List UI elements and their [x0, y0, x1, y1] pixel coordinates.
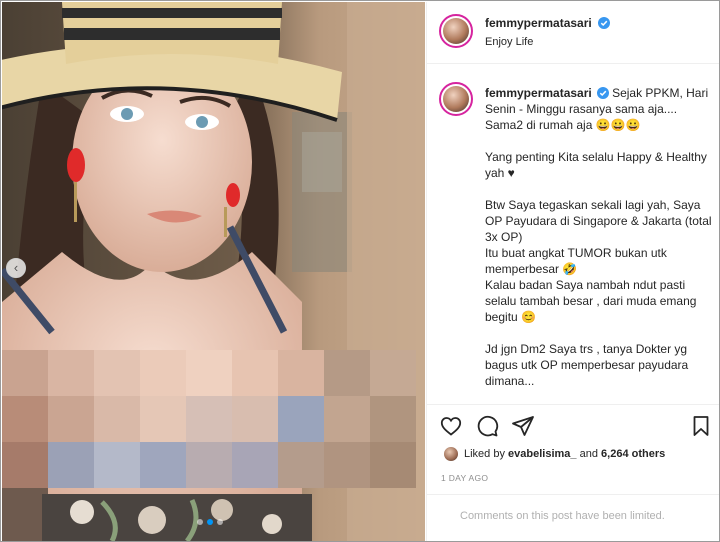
verified-badge-icon — [598, 17, 611, 29]
likes-summary: Liked by evabelisima_ and 6,264 others — [427, 442, 719, 464]
likes-others-link[interactable]: 6,264 others — [601, 448, 665, 460]
caption-line — [485, 181, 715, 197]
carousel-prev-button[interactable]: ‹ — [6, 258, 26, 278]
comments-limited-notice: Comments on this post have been limited. — [427, 494, 719, 541]
post-location[interactable]: Enjoy Life — [485, 36, 533, 48]
bookmark-outline-icon[interactable] — [689, 414, 713, 438]
post-photo[interactable]: ‹ — [2, 2, 425, 541]
chevron-left-icon: ‹ — [13, 260, 19, 275]
caption-line: Itu buat angkat TUMOR bukan utk memperbe… — [485, 246, 667, 276]
post-window: ‹ femmypermatasari Enjoy Life femmyperma… — [0, 0, 720, 542]
photo-image — [2, 2, 425, 541]
carousel-dots — [197, 519, 223, 525]
author-avatar[interactable] — [439, 14, 473, 48]
post-caption: femmypermatasari Sejak PPKM, Hari Senin … — [485, 85, 715, 389]
paper-plane-icon[interactable] — [511, 414, 535, 438]
caption-line — [485, 133, 715, 149]
likes-connector: and — [579, 448, 598, 460]
liker-avatar[interactable] — [443, 446, 459, 462]
caption-line: Btw Saya tegaskan sekali lagi yah, Saya … — [485, 198, 712, 244]
likes-prefix: Liked by — [464, 448, 505, 460]
carousel-dot — [217, 519, 223, 525]
comments-area: femmypermatasari Sejak PPKM, Hari Senin … — [427, 64, 719, 404]
caption-avatar[interactable] — [439, 82, 473, 116]
post-header: femmypermatasari Enjoy Life — [427, 2, 719, 64]
author-line: femmypermatasari — [485, 16, 611, 30]
post-side-panel: femmypermatasari Enjoy Life femmypermata… — [426, 2, 719, 541]
post-actions — [427, 404, 719, 446]
post-timestamp[interactable]: 1 DAY AGO — [441, 473, 488, 483]
comment-bubble-icon[interactable] — [475, 414, 499, 438]
caption-line — [485, 325, 715, 341]
verified-badge-icon — [596, 87, 609, 99]
caption-line: Sama2 di rumah aja 😀😀😀 — [485, 118, 641, 132]
caption-line: Yang penting Kita selalu Happy & Healthy… — [485, 150, 707, 180]
caption-line: Jd jgn Dm2 Saya trs , tanya Dokter yg ba… — [485, 342, 689, 388]
caption-line: Kalau badan Saya nambah ndut pasti selal… — [485, 278, 697, 324]
heart-outline-icon[interactable] — [439, 414, 463, 438]
carousel-dot — [197, 519, 203, 525]
carousel-dot-active — [207, 519, 213, 525]
author-username[interactable]: femmypermatasari — [485, 16, 592, 30]
comments-limited-text: Comments on this post have been limited. — [460, 510, 665, 522]
caption-username[interactable]: femmypermatasari — [485, 86, 592, 100]
likes-text: Liked by evabelisima_ and 6,264 others — [464, 448, 665, 460]
liker-username[interactable]: evabelisima_ — [508, 448, 577, 460]
